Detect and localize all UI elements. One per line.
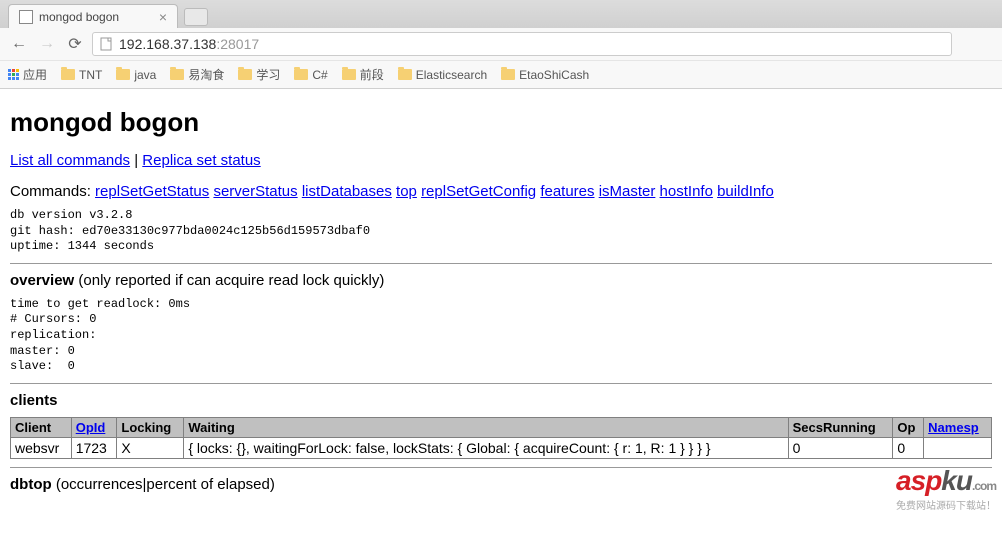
cell-client: websvr bbox=[11, 437, 72, 458]
dbtop-header: dbtop (occurrences|percent of elapsed) bbox=[10, 476, 992, 493]
browser-chrome: mongod bogon × ← → ⟳ 192.168.37.138:2801… bbox=[0, 0, 1002, 89]
divider bbox=[10, 383, 992, 384]
page-content: mongod bogon List all commands | Replica… bbox=[0, 89, 1002, 511]
page-title: mongod bogon bbox=[10, 107, 992, 138]
th-opid[interactable]: OpId bbox=[71, 417, 117, 437]
th-locking: Locking bbox=[117, 417, 184, 437]
th-secs: SecsRunning bbox=[788, 417, 893, 437]
clients-table: Client OpId Locking Waiting SecsRunning … bbox=[10, 417, 992, 459]
watermark-subtitle: 免费网站源码下载站！ bbox=[896, 497, 996, 512]
bookmark-item[interactable]: 前段 bbox=[342, 66, 384, 83]
bookmark-item[interactable]: 易淘食 bbox=[170, 66, 224, 83]
url-text: 192.168.37.138:28017 bbox=[119, 36, 259, 52]
table-header-row: Client OpId Locking Waiting SecsRunning … bbox=[11, 417, 992, 437]
folder-icon bbox=[61, 69, 75, 80]
cmd-link[interactable]: isMaster bbox=[599, 183, 656, 200]
cell-waiting: { locks: {}, waitingForLock: false, lock… bbox=[184, 437, 788, 458]
cmd-link[interactable]: features bbox=[540, 183, 594, 200]
bookmark-bar: 应用 TNT java 易淘食 学习 C# 前段 Elasticsearch E… bbox=[0, 60, 1002, 88]
cmd-link[interactable]: top bbox=[396, 183, 417, 200]
cell-ns bbox=[924, 437, 992, 458]
bookmark-item[interactable]: 学习 bbox=[238, 66, 280, 83]
commands-label: Commands: bbox=[10, 183, 91, 200]
folder-icon bbox=[342, 69, 356, 80]
cell-secs: 0 bbox=[788, 437, 893, 458]
tab-bar: mongod bogon × bbox=[0, 0, 1002, 28]
bookmark-item[interactable]: java bbox=[116, 68, 156, 82]
clients-header: clients bbox=[10, 392, 992, 409]
overview-block: time to get readlock: 0ms # Cursors: 0 r… bbox=[10, 297, 992, 375]
apps-label: 应用 bbox=[23, 66, 47, 83]
th-namespace[interactable]: Namesp bbox=[924, 417, 992, 437]
cmd-link[interactable]: replSetGetConfig bbox=[421, 183, 536, 200]
th-waiting: Waiting bbox=[184, 417, 788, 437]
cmd-link[interactable]: listDatabases bbox=[302, 183, 392, 200]
bookmark-item[interactable]: Elasticsearch bbox=[398, 68, 487, 82]
version-block: db version v3.2.8 git hash: ed70e33130c9… bbox=[10, 208, 992, 255]
apps-button[interactable]: 应用 bbox=[8, 66, 47, 83]
page-icon bbox=[99, 37, 113, 51]
forward-button[interactable]: → bbox=[36, 33, 58, 55]
page-icon bbox=[19, 10, 33, 24]
tab-title: mongod bogon bbox=[39, 10, 119, 24]
bookmark-item[interactable]: C# bbox=[294, 68, 327, 82]
cell-op: 0 bbox=[893, 437, 924, 458]
cmd-link[interactable]: hostInfo bbox=[660, 183, 713, 200]
bookmark-item[interactable]: EtaoShiCash bbox=[501, 68, 589, 82]
watermark: aspku.com 免费网站源码下载站！ bbox=[896, 465, 996, 512]
browser-tab[interactable]: mongod bogon × bbox=[8, 4, 178, 28]
watermark-logo: aspku.com bbox=[896, 465, 996, 497]
bookmark-item[interactable]: TNT bbox=[61, 68, 102, 82]
top-links: List all commands | Replica set status bbox=[10, 152, 992, 169]
folder-icon bbox=[170, 69, 184, 80]
new-tab-button[interactable] bbox=[184, 8, 208, 26]
table-row: websvr 1723 X { locks: {}, waitingForLoc… bbox=[11, 437, 992, 458]
cell-locking: X bbox=[117, 437, 184, 458]
list-commands-link[interactable]: List all commands bbox=[10, 152, 130, 169]
overview-header: overview (only reported if can acquire r… bbox=[10, 272, 992, 289]
cmd-link[interactable]: buildInfo bbox=[717, 183, 774, 200]
commands-row: Commands: replSetGetStatus serverStatus … bbox=[10, 183, 992, 200]
cmd-link[interactable]: replSetGetStatus bbox=[95, 183, 209, 200]
folder-icon bbox=[398, 69, 412, 80]
url-bar[interactable]: 192.168.37.138:28017 bbox=[92, 32, 952, 56]
th-client: Client bbox=[11, 417, 72, 437]
divider bbox=[10, 467, 992, 468]
folder-icon bbox=[238, 69, 252, 80]
replica-status-link[interactable]: Replica set status bbox=[142, 152, 260, 169]
nav-bar: ← → ⟳ 192.168.37.138:28017 bbox=[0, 28, 1002, 60]
cmd-link[interactable]: serverStatus bbox=[213, 183, 297, 200]
divider bbox=[10, 263, 992, 264]
close-icon[interactable]: × bbox=[159, 9, 167, 25]
cell-opid: 1723 bbox=[71, 437, 117, 458]
back-button[interactable]: ← bbox=[8, 33, 30, 55]
folder-icon bbox=[294, 69, 308, 80]
apps-icon bbox=[8, 69, 19, 80]
folder-icon bbox=[501, 69, 515, 80]
reload-button[interactable]: ⟳ bbox=[64, 33, 86, 55]
th-op: Op bbox=[893, 417, 924, 437]
folder-icon bbox=[116, 69, 130, 80]
